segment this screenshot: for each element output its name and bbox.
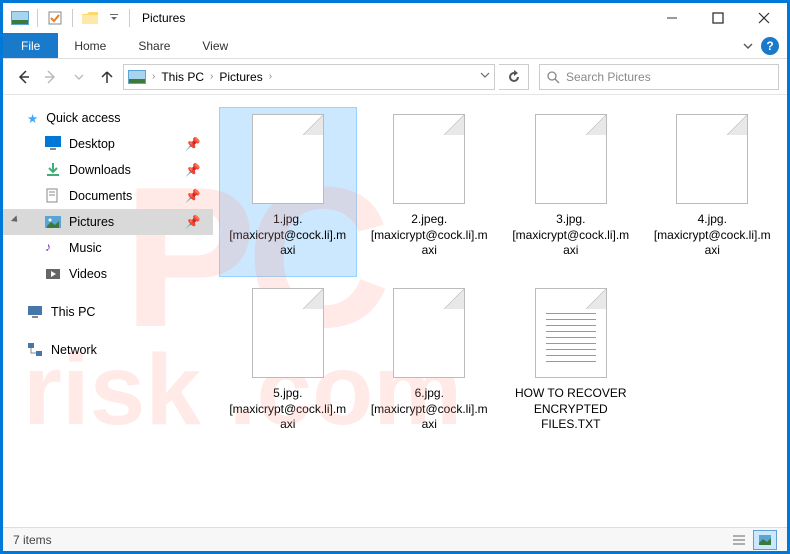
location-icon [128, 70, 146, 84]
pictures-icon [45, 214, 61, 230]
documents-icon [45, 188, 61, 204]
network-icon [27, 342, 43, 358]
sidebar-item-pictures[interactable]: Pictures 📌 [3, 209, 213, 235]
pin-icon: 📌 [185, 215, 201, 230]
sidebar-item-label: Documents [69, 189, 132, 203]
tab-file[interactable]: File [3, 33, 58, 58]
search-input[interactable]: Search Pictures [539, 64, 779, 90]
file-label: 2.jpeg.[maxicrypt@cock.li].maxi [369, 212, 489, 259]
chevron-right-icon[interactable]: › [269, 71, 272, 82]
sidebar-item-label: Desktop [69, 137, 115, 151]
desktop-icon [45, 136, 61, 152]
file-label: 4.jpg.[maxicrypt@cock.li].maxi [652, 212, 772, 259]
status-bar: 7 items [3, 527, 787, 551]
sidebar-label: Quick access [46, 111, 120, 125]
maximize-button[interactable] [695, 3, 741, 33]
address-bar[interactable]: › This PC › Pictures › [123, 64, 495, 90]
sidebar-network[interactable]: Network [3, 337, 213, 363]
back-button[interactable] [11, 65, 35, 89]
star-icon: ★ [27, 111, 38, 126]
ribbon-tabs: File Home Share View ? [3, 33, 787, 59]
videos-icon [45, 266, 61, 282]
forward-button[interactable] [39, 65, 63, 89]
file-item[interactable]: 6.jpg.[maxicrypt@cock.li].maxi [361, 281, 499, 451]
file-icon [535, 114, 607, 204]
titlebar: Pictures [3, 3, 787, 33]
pc-icon [27, 304, 43, 320]
file-icon [676, 114, 748, 204]
app-icon [9, 7, 31, 29]
sidebar-item-label: Downloads [69, 163, 131, 177]
sidebar-item-downloads[interactable]: Downloads 📌 [3, 157, 213, 183]
file-item[interactable]: 4.jpg.[maxicrypt@cock.li].maxi [644, 107, 782, 277]
tab-home[interactable]: Home [58, 33, 122, 58]
window-title: Pictures [142, 11, 185, 25]
close-button[interactable] [741, 3, 787, 33]
downloads-icon [45, 162, 61, 178]
tab-share[interactable]: Share [122, 33, 186, 58]
file-item[interactable]: 5.jpg.[maxicrypt@cock.li].maxi [219, 281, 357, 451]
breadcrumb-this-pc[interactable]: This PC [161, 70, 204, 84]
music-icon: ♪ [45, 240, 61, 256]
sidebar-item-videos[interactable]: Videos [3, 261, 213, 287]
file-label: HOW TO RECOVER ENCRYPTED FILES.TXT [511, 386, 631, 433]
file-icon [393, 114, 465, 204]
qat-folder-icon[interactable] [79, 7, 101, 29]
sidebar-this-pc[interactable]: This PC [3, 299, 213, 325]
minimize-button[interactable] [649, 3, 695, 33]
sidebar: ★ Quick access Desktop 📌 Downloads 📌 Doc… [3, 95, 213, 527]
chevron-right-icon[interactable]: › [152, 71, 155, 82]
file-item[interactable]: HOW TO RECOVER ENCRYPTED FILES.TXT [502, 281, 640, 451]
file-item[interactable]: 3.jpg.[maxicrypt@cock.li].maxi [502, 107, 640, 277]
ribbon-expand-icon[interactable] [743, 41, 753, 51]
sidebar-quick-access[interactable]: ★ Quick access [3, 105, 213, 131]
search-placeholder: Search Pictures [566, 70, 651, 84]
file-icon [393, 288, 465, 378]
view-details-button[interactable] [727, 530, 751, 550]
refresh-button[interactable] [499, 64, 529, 90]
breadcrumb-pictures[interactable]: Pictures [219, 70, 262, 84]
address-dropdown-icon[interactable] [480, 70, 490, 83]
qat-properties-icon[interactable] [44, 7, 66, 29]
qat-dropdown-icon[interactable] [103, 7, 125, 29]
up-button[interactable] [95, 65, 119, 89]
file-label: 3.jpg.[maxicrypt@cock.li].maxi [511, 212, 631, 259]
file-item[interactable]: 2.jpeg.[maxicrypt@cock.li].maxi [361, 107, 499, 277]
sidebar-item-label: Music [69, 241, 102, 255]
sidebar-item-label: Videos [69, 267, 107, 281]
sidebar-item-desktop[interactable]: Desktop 📌 [3, 131, 213, 157]
sidebar-label: Network [51, 343, 97, 357]
sidebar-item-label: Pictures [69, 215, 114, 229]
tab-view[interactable]: View [186, 33, 244, 58]
recent-dropdown-icon[interactable] [67, 65, 91, 89]
file-grid: 1.jpg.[maxicrypt@cock.li].maxi 2.jpeg.[m… [213, 95, 787, 527]
search-icon [546, 70, 560, 84]
sidebar-item-documents[interactable]: Documents 📌 [3, 183, 213, 209]
text-file-icon [535, 288, 607, 378]
file-icon [252, 288, 324, 378]
pin-icon: 📌 [185, 189, 201, 204]
status-count: 7 items [13, 533, 52, 547]
chevron-right-icon[interactable]: › [210, 71, 213, 82]
file-icon [252, 114, 324, 204]
file-item[interactable]: 1.jpg.[maxicrypt@cock.li].maxi [219, 107, 357, 277]
view-thumbnails-button[interactable] [753, 530, 777, 550]
file-label: 1.jpg.[maxicrypt@cock.li].maxi [228, 212, 348, 259]
pin-icon: 📌 [185, 137, 201, 152]
nav-row: › This PC › Pictures › Search Pictures [3, 59, 787, 95]
help-icon[interactable]: ? [761, 37, 779, 55]
pin-icon: 📌 [185, 163, 201, 178]
file-label: 5.jpg.[maxicrypt@cock.li].maxi [228, 386, 348, 433]
file-label: 6.jpg.[maxicrypt@cock.li].maxi [369, 386, 489, 433]
sidebar-label: This PC [51, 305, 95, 319]
sidebar-item-music[interactable]: ♪ Music [3, 235, 213, 261]
